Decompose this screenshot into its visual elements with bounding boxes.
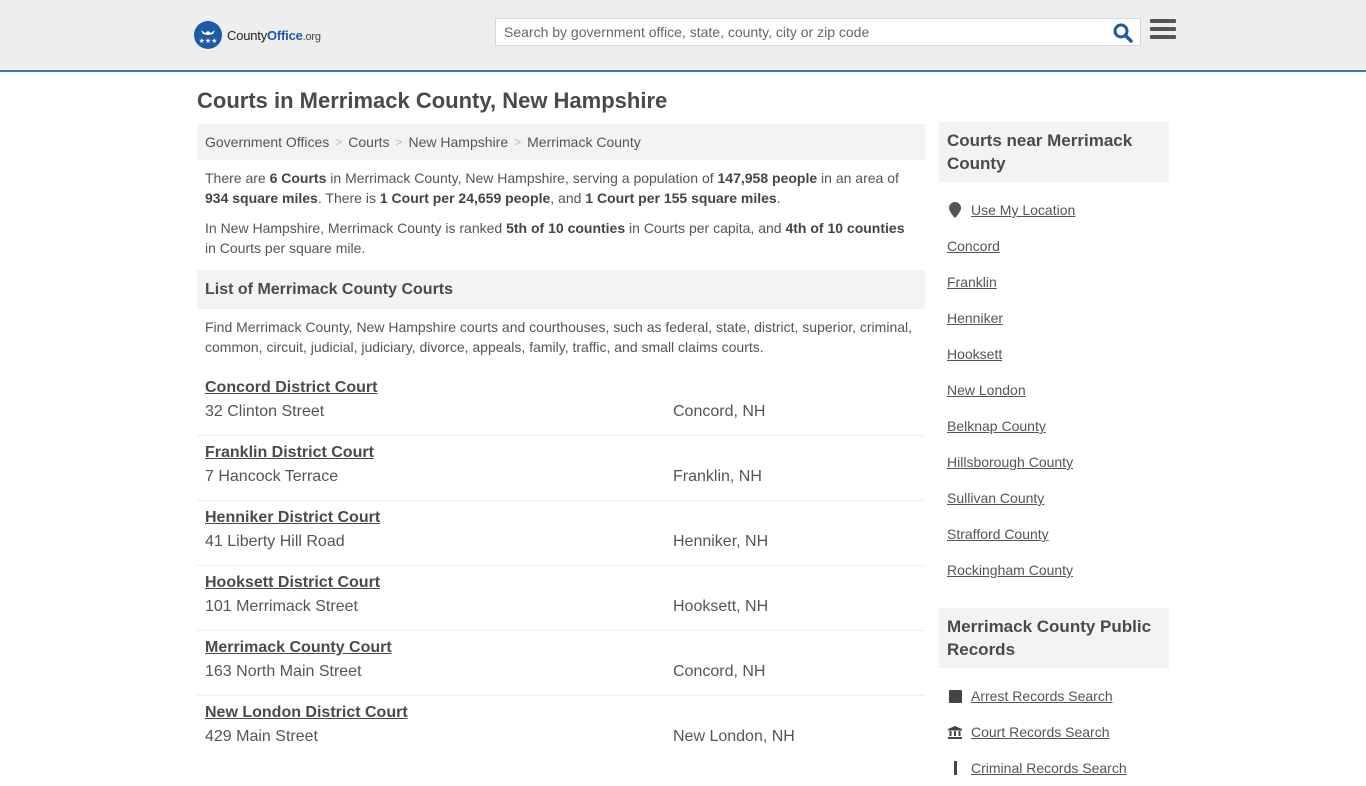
court-city: Henniker, NH <box>673 533 769 550</box>
court-list-description: Find Merrimack County, New Hampshire cou… <box>205 319 913 355</box>
nearby-link[interactable]: Hooksett <box>947 346 1002 362</box>
nearby-link[interactable]: Strafford County <box>947 526 1049 542</box>
court-name-link[interactable]: Merrimack County Court <box>205 639 392 657</box>
nearby-link[interactable]: Henniker <box>947 310 1003 326</box>
court-address: 7 Hancock Terrace <box>205 468 339 485</box>
breadcrumb-separator: > <box>514 135 522 149</box>
nearby-link[interactable]: Rockingham County <box>947 562 1073 578</box>
breadcrumb-separator: > <box>395 135 403 149</box>
bank-icon <box>947 724 963 740</box>
nearby-item: Henniker <box>947 300 1161 336</box>
use-my-location: Use My Location <box>947 192 1161 228</box>
nearby-courts-heading: Courts near Merrimack County <box>939 122 1169 182</box>
eagle-stars-icon: ★★★ <box>194 21 222 49</box>
court-row: Concord District Court 32 Clinton Street… <box>197 371 925 436</box>
court-list: Concord District Court 32 Clinton Street… <box>197 371 925 761</box>
court-address: 41 Liberty Hill Road <box>205 533 345 550</box>
hamburger-menu-icon[interactable] <box>1150 19 1176 43</box>
nearby-link[interactable]: Sullivan County <box>947 490 1044 506</box>
court-city: Franklin, NH <box>673 468 762 485</box>
breadcrumb-item[interactable]: New Hampshire <box>409 134 509 150</box>
site-logo[interactable]: ★★★ CountyOffice.org <box>194 21 321 49</box>
court-list-heading: List of Merrimack County Courts <box>197 270 925 309</box>
nearby-item: Belknap County <box>947 408 1161 444</box>
court-row: Henniker District Court 41 Liberty Hill … <box>197 501 925 566</box>
court-row: Franklin District Court 7 Hancock Terrac… <box>197 436 925 501</box>
nearby-item: Hillsborough County <box>947 444 1161 480</box>
public-records-list: Arrest Records Search Court Records Sear… <box>939 668 1169 786</box>
intro-text: There are 6 Courts in Merrimack County, … <box>197 160 925 258</box>
records-item: Court Records Search <box>947 714 1161 750</box>
square-icon <box>947 688 963 704</box>
breadcrumb-item[interactable]: Courts <box>348 134 389 150</box>
court-row: New London District Court 429 Main Stree… <box>197 696 925 761</box>
breadcrumb-separator: > <box>335 135 343 149</box>
intro-ranking: In New Hampshire, Merrimack County is ra… <box>205 220 905 256</box>
search-icon <box>1113 23 1133 43</box>
nearby-item: Franklin <box>947 264 1161 300</box>
nearby-item: New London <box>947 372 1161 408</box>
nearby-link[interactable]: New London <box>947 382 1026 398</box>
records-item: Arrest Records Search <box>947 678 1161 714</box>
criminal-records-link[interactable]: Criminal Records Search <box>971 760 1127 776</box>
court-name-link[interactable]: New London District Court <box>205 704 408 722</box>
search-button[interactable] <box>1112 22 1134 44</box>
court-city: Concord, NH <box>673 403 766 420</box>
nearby-item: Rockingham County <box>947 552 1161 588</box>
nearby-item: Hooksett <box>947 336 1161 372</box>
public-records-heading: Merrimack County Public Records <box>939 608 1169 668</box>
gavel-icon <box>947 760 963 776</box>
breadcrumb-item[interactable]: Merrimack County <box>527 134 641 150</box>
records-item: Criminal Records Search <box>947 750 1161 786</box>
court-city: Concord, NH <box>673 663 766 680</box>
court-city: Hooksett, NH <box>673 598 769 615</box>
search-input[interactable] <box>496 19 1096 45</box>
court-name-link[interactable]: Hooksett District Court <box>205 574 380 592</box>
nearby-link[interactable]: Hillsborough County <box>947 454 1073 470</box>
nearby-link[interactable]: Franklin <box>947 274 997 290</box>
nearby-item: Strafford County <box>947 516 1161 552</box>
breadcrumb: Government Offices > Courts > New Hampsh… <box>197 124 925 160</box>
court-address: 101 Merrimack Street <box>205 598 358 615</box>
map-marker-icon <box>947 202 963 218</box>
use-my-location-link[interactable]: Use My Location <box>971 202 1075 218</box>
court-city: New London, NH <box>673 728 795 745</box>
court-records-link[interactable]: Court Records Search <box>971 724 1110 740</box>
nearby-item: Concord <box>947 228 1161 264</box>
nearby-courts-list: Use My Location Concord Franklin Hennike… <box>939 182 1169 588</box>
nearby-link[interactable]: Belknap County <box>947 418 1046 434</box>
court-row: Merrimack County Court 163 North Main St… <box>197 631 925 696</box>
court-row: Hooksett District Court 101 Merrimack St… <box>197 566 925 631</box>
breadcrumb-item[interactable]: Government Offices <box>205 134 329 150</box>
sidebar: Courts near Merrimack County Use My Loca… <box>939 122 1169 786</box>
arrest-records-link[interactable]: Arrest Records Search <box>971 688 1113 704</box>
court-address: 163 North Main Street <box>205 663 362 680</box>
court-name-link[interactable]: Concord District Court <box>205 379 377 397</box>
court-address: 32 Clinton Street <box>205 403 325 420</box>
svg-text:★★★: ★★★ <box>199 37 218 45</box>
court-name-link[interactable]: Henniker District Court <box>205 509 380 527</box>
court-address: 429 Main Street <box>205 728 318 745</box>
intro-summary: There are 6 Courts in Merrimack County, … <box>205 170 899 206</box>
court-name-link[interactable]: Franklin District Court <box>205 444 374 462</box>
site-header: ★★★ CountyOffice.org <box>0 0 1366 72</box>
main-content: Government Offices > Courts > New Hampsh… <box>197 124 925 761</box>
logo-text: CountyOffice.org <box>227 27 321 43</box>
search-box <box>495 18 1141 46</box>
page-title: Courts in Merrimack County, New Hampshir… <box>197 88 668 113</box>
nearby-link[interactable]: Concord <box>947 238 1000 254</box>
nearby-item: Sullivan County <box>947 480 1161 516</box>
